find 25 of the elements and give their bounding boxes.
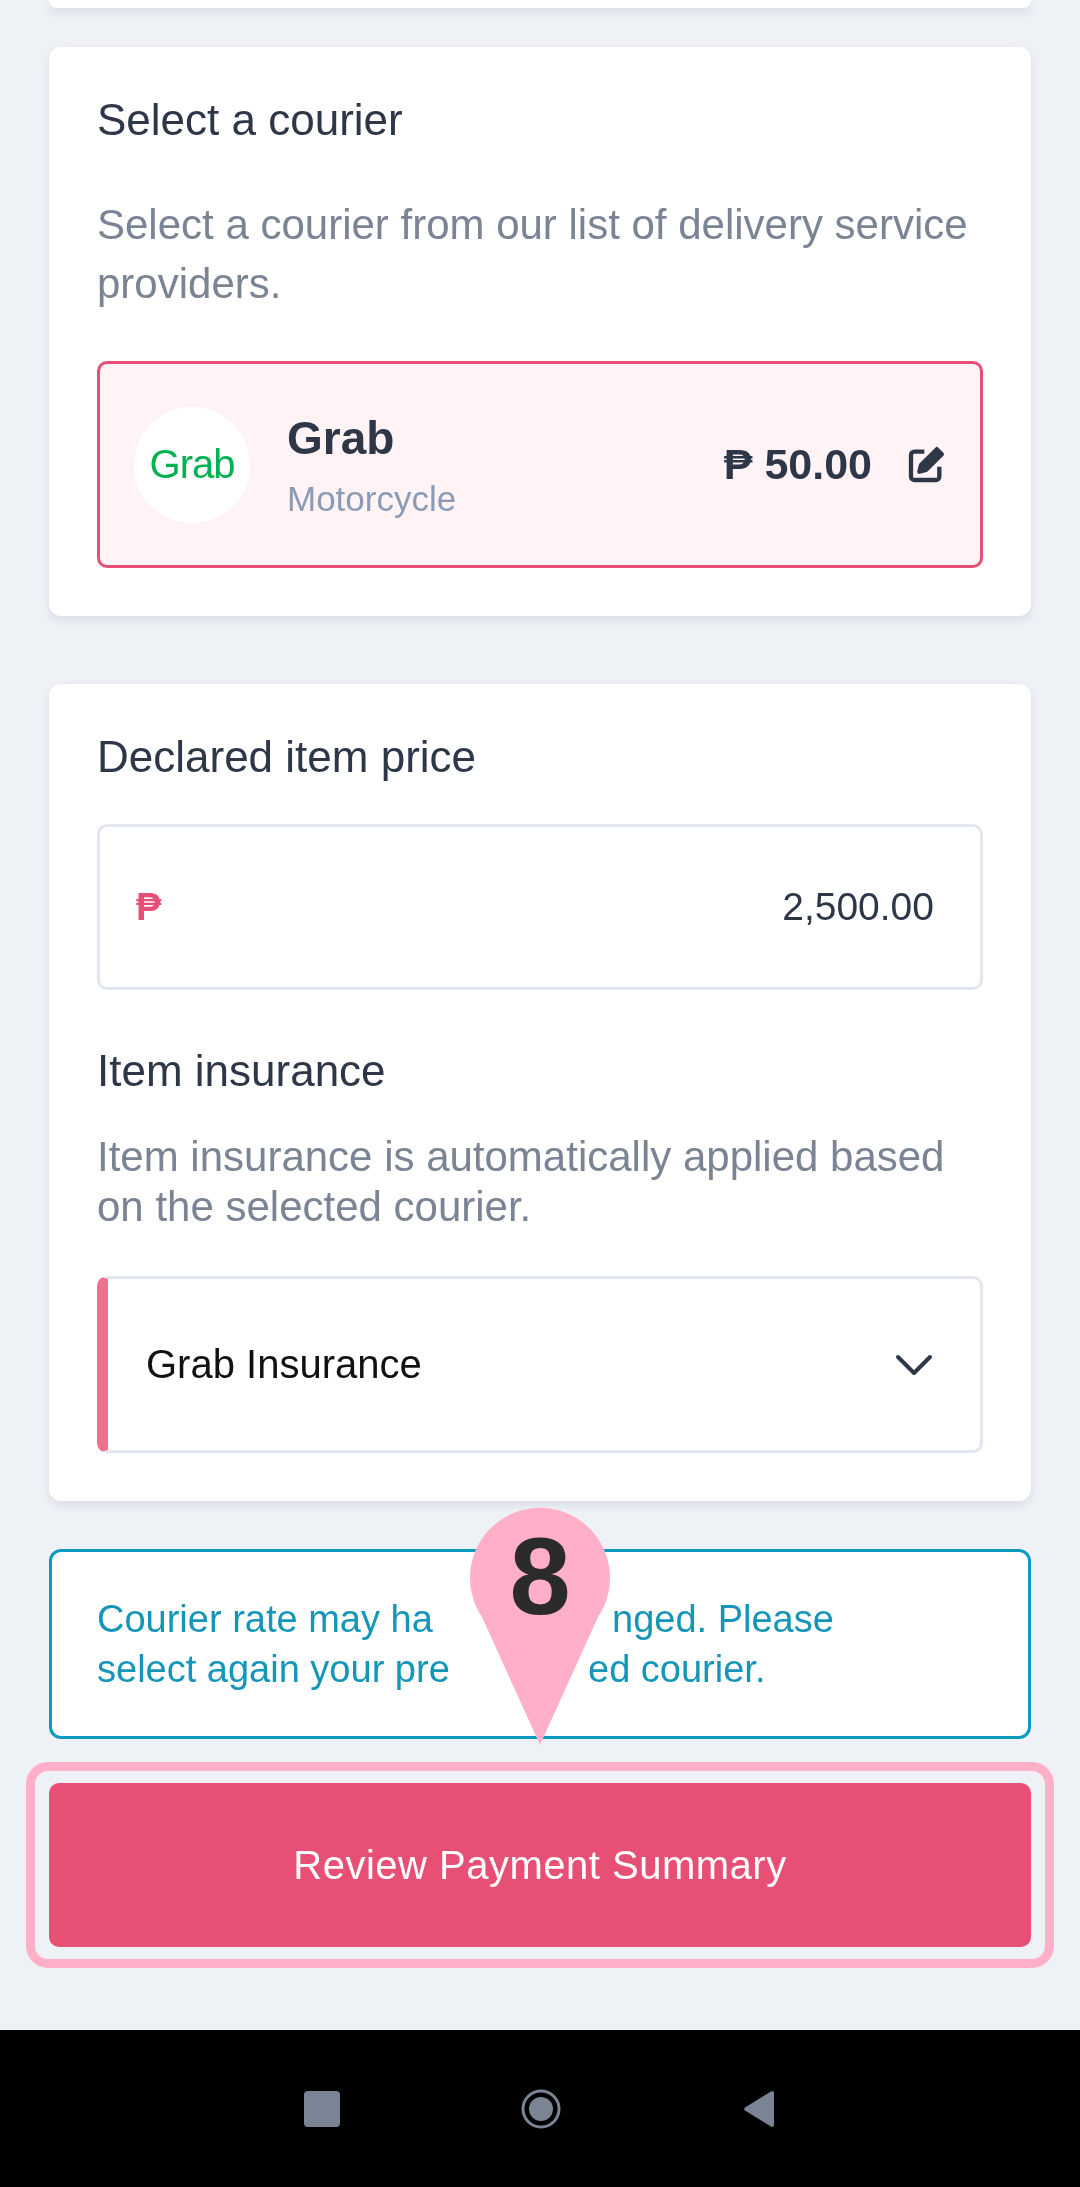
price-value: 2,500.00 bbox=[782, 885, 934, 929]
notice-text: nged. Please bbox=[612, 1597, 834, 1641]
notice-text: Courier rate may ha bbox=[97, 1597, 434, 1641]
section-title: Declared item price bbox=[97, 731, 478, 783]
section-title: Select a courier bbox=[97, 94, 404, 146]
back-icon[interactable] bbox=[742, 2089, 776, 2128]
step-number: 8 bbox=[508, 1516, 572, 1636]
square-icon[interactable] bbox=[304, 2090, 340, 2127]
courier-option[interactable]: Grab Grab Motorcycle ₱ 50.00 bbox=[97, 361, 983, 568]
courier-price: ₱ 50.00 bbox=[723, 440, 872, 489]
notice-text: select again your pre bbox=[97, 1647, 451, 1691]
review-payment-button[interactable]: Review Payment Summary bbox=[49, 1783, 1031, 1947]
section-title: Item insurance bbox=[97, 1045, 387, 1097]
section-description: Item insurance is automatically applied based on the selected courier. bbox=[97, 1132, 946, 1232]
currency-symbol: ₱ bbox=[136, 885, 162, 929]
vehicle-type: Motorcycle bbox=[287, 478, 458, 519]
edit-icon[interactable] bbox=[906, 444, 946, 485]
courier-name: Grab bbox=[287, 410, 396, 465]
courier-logo: Grab bbox=[134, 406, 250, 523]
notice-text: ed courier. bbox=[588, 1647, 766, 1691]
price-input-field[interactable]: ₱ 2,500.00 bbox=[97, 824, 983, 990]
section-description: Select a courier from our list of delivery service providers. bbox=[97, 200, 969, 309]
home-icon[interactable] bbox=[520, 2087, 562, 2130]
chevron-down-icon bbox=[894, 1352, 934, 1377]
insurance-dropdown[interactable]: Grab Insurance bbox=[97, 1276, 983, 1453]
